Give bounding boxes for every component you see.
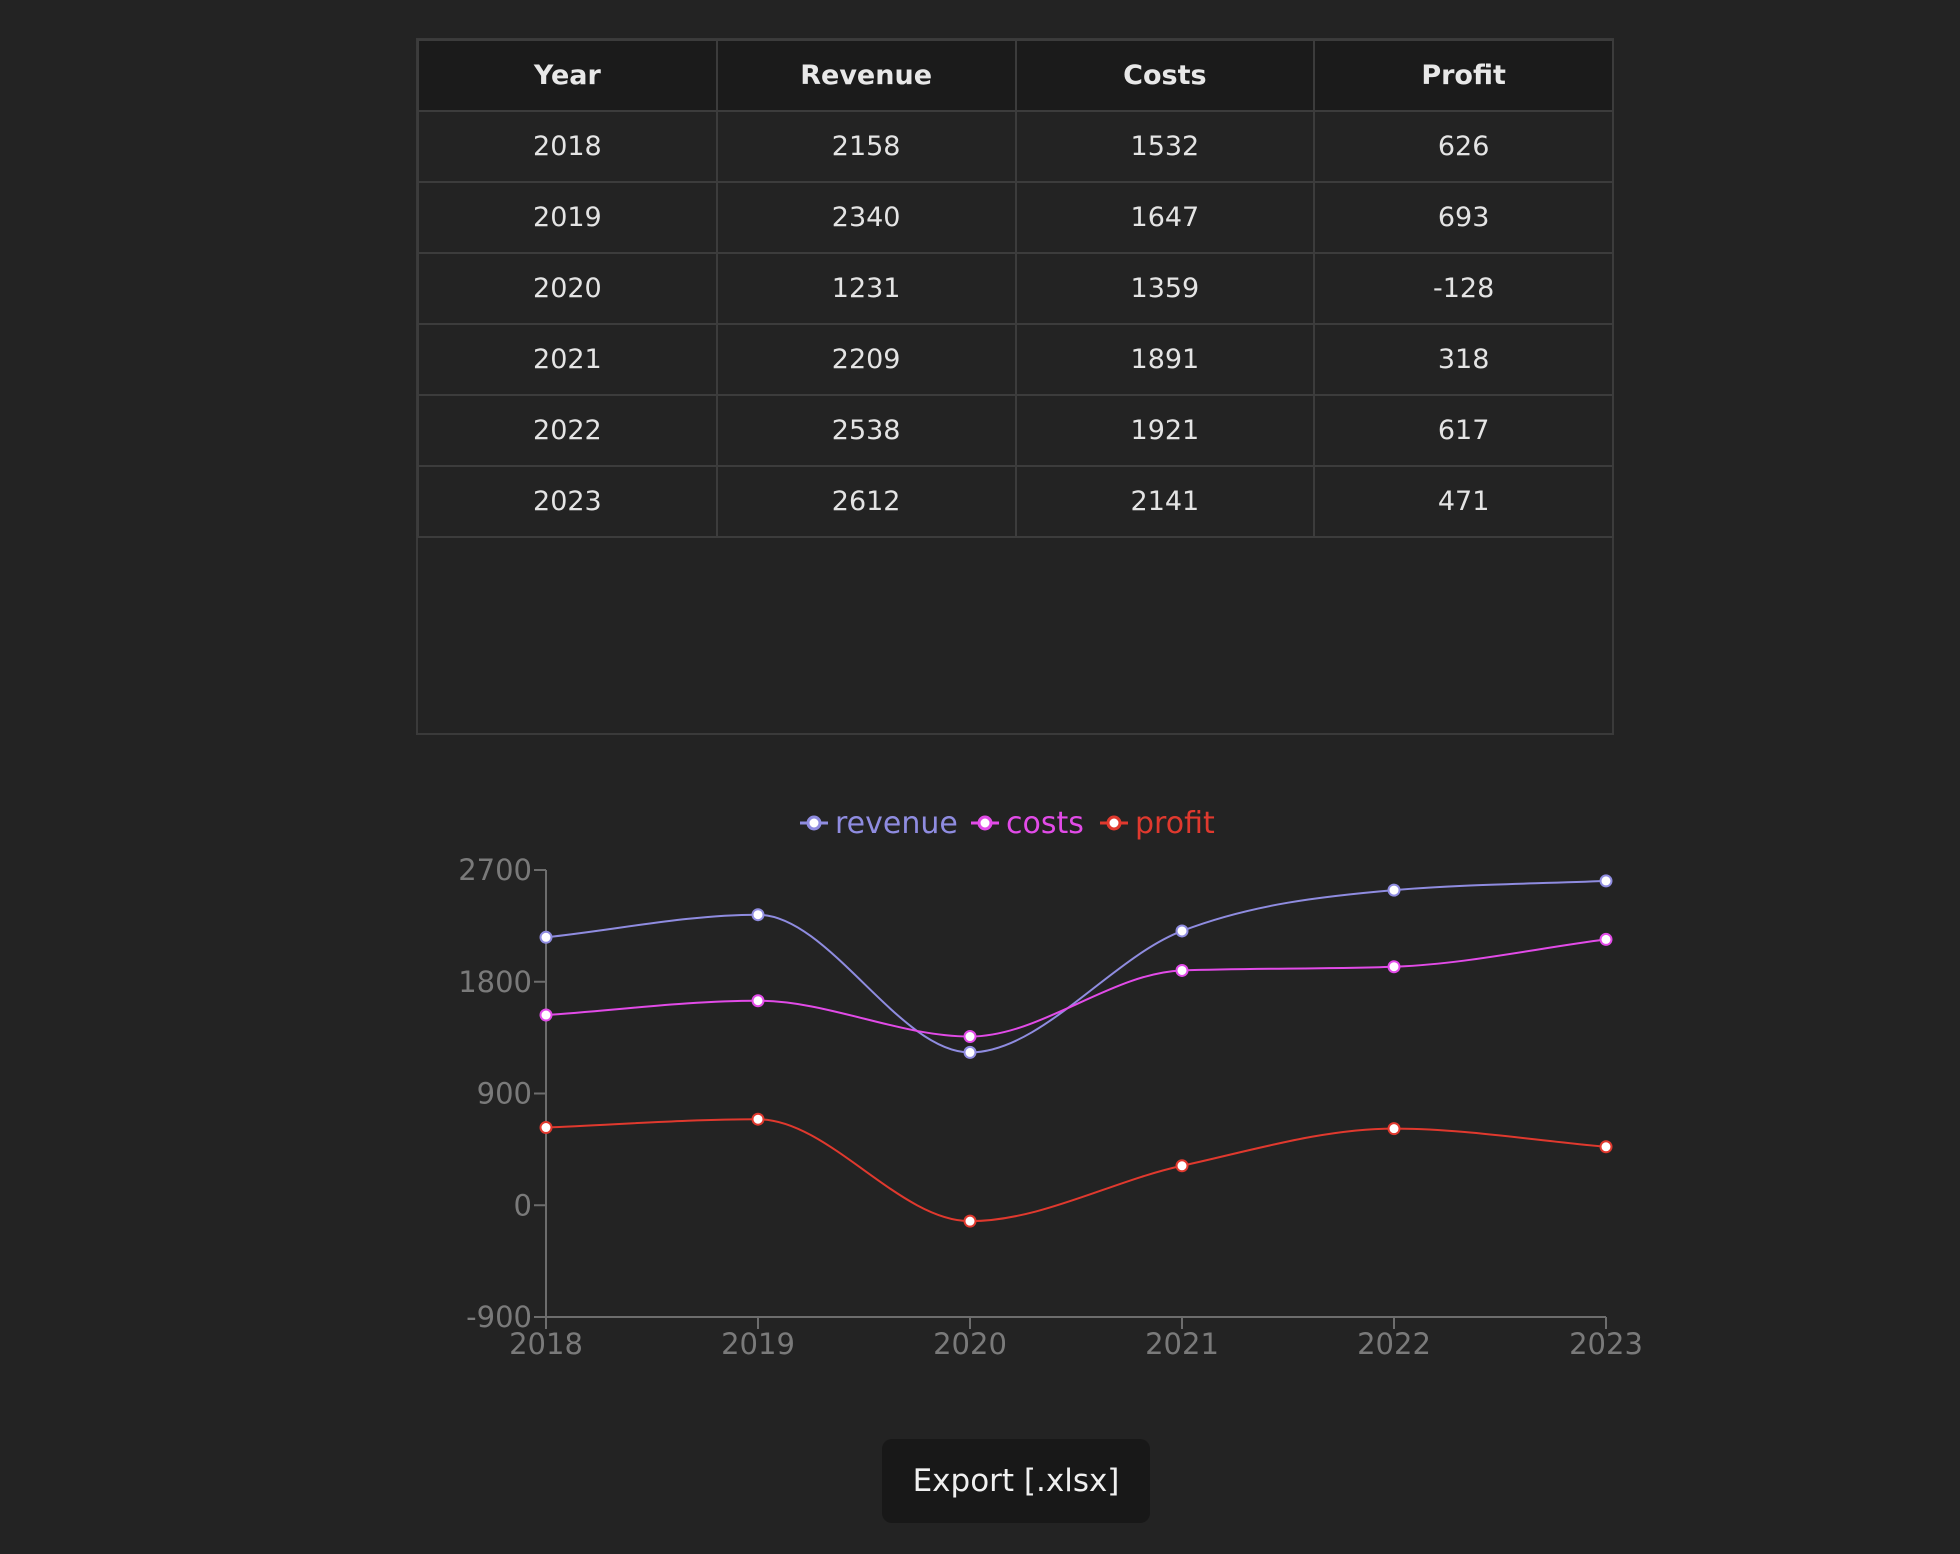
cell-costs[interactable]: 1532: [1014, 110, 1316, 183]
cell-costs[interactable]: 1359: [1014, 252, 1316, 325]
header-profit[interactable]: Profit: [1313, 39, 1614, 112]
table-row: 2019 2340 1647 693: [417, 181, 1614, 254]
y-tick-label: 1800: [458, 965, 532, 999]
profit-data-point: [751, 1112, 765, 1126]
costs-data-point: [539, 1008, 553, 1022]
chart-legend: revenue costs profit: [800, 806, 1215, 841]
cell-profit[interactable]: 617: [1313, 394, 1614, 467]
y-tick-label: 900: [477, 1077, 532, 1111]
costs-data-point: [751, 994, 765, 1008]
profit-data-point: [963, 1214, 977, 1228]
x-tick-label: 2022: [1357, 1327, 1431, 1361]
x-tick-label: 2021: [1145, 1327, 1219, 1361]
cell-year[interactable]: 2023: [417, 465, 718, 538]
header-year[interactable]: Year: [417, 39, 718, 112]
revenue-legend-label: revenue: [835, 806, 958, 841]
profit-series-line: [545, 1118, 1607, 1223]
cell-revenue[interactable]: 2209: [715, 323, 1017, 396]
cell-costs[interactable]: 1921: [1014, 394, 1316, 467]
revenue-series-line: [545, 879, 1607, 1054]
cell-costs[interactable]: 1891: [1014, 323, 1316, 396]
cell-costs[interactable]: 1647: [1014, 181, 1316, 254]
cell-year[interactable]: 2019: [417, 181, 718, 254]
y-tick-label: 2700: [458, 853, 532, 887]
header-costs[interactable]: Costs: [1014, 39, 1316, 112]
cell-revenue[interactable]: 2158: [715, 110, 1017, 183]
revenue-data-point: [1175, 924, 1189, 938]
costs-data-point: [1387, 960, 1401, 974]
table-header-row: Year Revenue Costs Profit: [417, 39, 1614, 112]
profit-data-point: [539, 1121, 553, 1135]
revenue-data-point: [963, 1045, 977, 1059]
profit-data-point: [1387, 1122, 1401, 1136]
costs-legend-label: costs: [1006, 806, 1084, 841]
costs-series-line: [545, 938, 1607, 1038]
chart-series: [539, 874, 1613, 1228]
cell-year[interactable]: 2021: [417, 323, 718, 396]
profit-legend-label: profit: [1135, 806, 1215, 841]
x-tick-label: 2018: [509, 1327, 583, 1361]
revenue-data-point: [539, 930, 553, 944]
data-table-panel: Year Revenue Costs Profit 2018 2158 1532…: [416, 38, 1614, 735]
costs-data-point: [1175, 963, 1189, 977]
costs-legend-marker: [977, 815, 993, 831]
header-revenue[interactable]: Revenue: [715, 39, 1017, 112]
x-tick-label: 2023: [1569, 1327, 1643, 1361]
profit-data-point: [1599, 1140, 1613, 1154]
cell-revenue[interactable]: 2538: [715, 394, 1017, 467]
cell-year[interactable]: 2020: [417, 252, 718, 325]
x-tick-label: 2020: [933, 1327, 1007, 1361]
revenue-data-point: [1599, 874, 1613, 888]
table-row: 2023 2612 2141 471: [417, 465, 1614, 538]
cell-profit[interactable]: 626: [1313, 110, 1614, 183]
cell-profit[interactable]: 318: [1313, 323, 1614, 396]
data-table: Year Revenue Costs Profit 2018 2158 1532…: [417, 39, 1614, 538]
x-tick-label: 2019: [721, 1327, 795, 1361]
table-row: 2018 2158 1532 626: [417, 110, 1614, 183]
table-row: 2021 2209 1891 318: [417, 323, 1614, 396]
table-row: 2022 2538 1921 617: [417, 394, 1614, 467]
export-xlsx-button[interactable]: Export [.xlsx]: [882, 1439, 1150, 1523]
profit-data-point: [1175, 1159, 1189, 1173]
y-tick-label: 0: [514, 1188, 532, 1222]
profit-legend-marker: [1106, 815, 1122, 831]
revenue-legend-marker: [806, 815, 822, 831]
line-chart: revenue costs profit -9000900180027002018 2…: [458, 806, 1643, 1361]
revenue-data-point: [1387, 883, 1401, 897]
cell-year[interactable]: 2018: [417, 110, 718, 183]
cell-revenue[interactable]: 2340: [715, 181, 1017, 254]
cell-revenue[interactable]: 1231: [715, 252, 1017, 325]
revenue-data-point: [751, 908, 765, 922]
cell-profit[interactable]: 471: [1313, 465, 1614, 538]
line-chart-container: revenue costs profit -900 0 900 1800 2700 2018 2…: [0, 780, 1960, 1380]
page: Year Revenue Costs Profit 2018 2158 1532…: [0, 0, 1960, 1554]
cell-profit[interactable]: 693: [1313, 181, 1614, 254]
costs-data-point: [1599, 932, 1613, 946]
costs-data-point: [963, 1030, 977, 1044]
chart-axes: -9000900180027002018 2019 2020 2021 2022 2023: [458, 853, 1643, 1361]
cell-revenue[interactable]: 2612: [715, 465, 1017, 538]
table-row: 2020 1231 1359 -128: [417, 252, 1614, 325]
cell-year[interactable]: 2022: [417, 394, 718, 467]
cell-profit[interactable]: -128: [1313, 252, 1614, 325]
cell-costs[interactable]: 2141: [1014, 465, 1316, 538]
